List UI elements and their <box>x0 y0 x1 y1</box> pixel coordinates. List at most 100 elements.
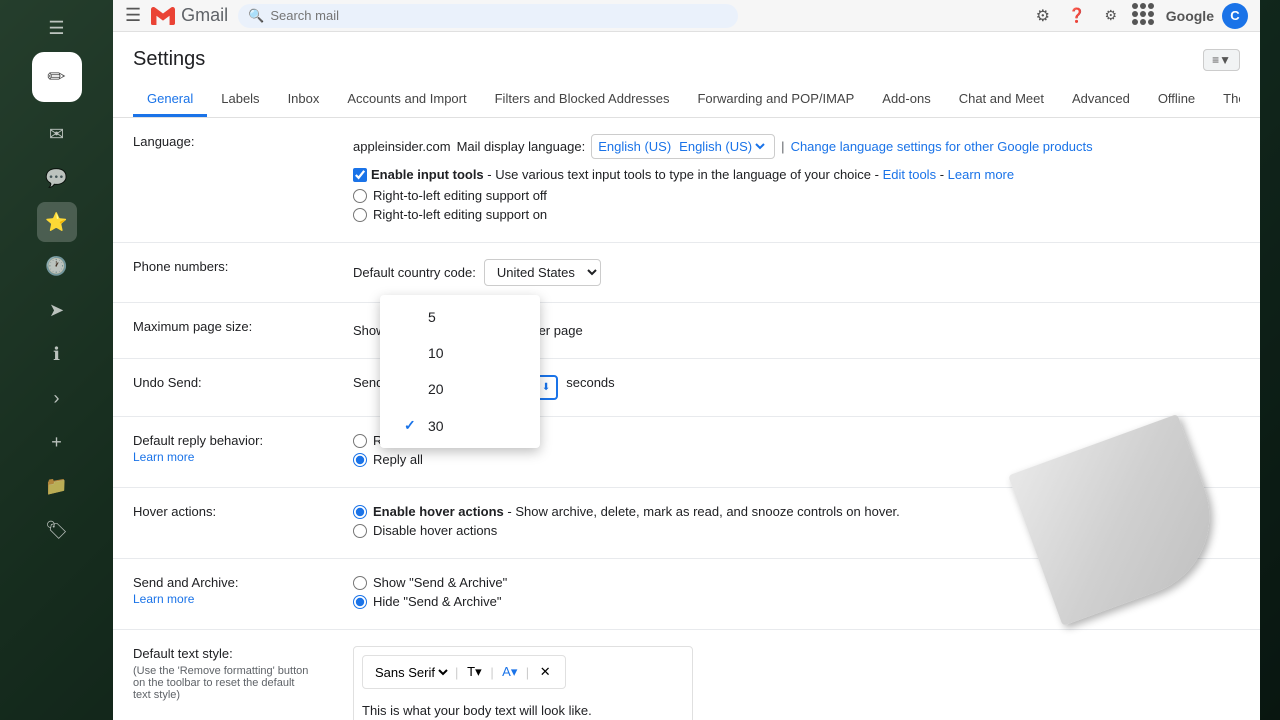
sidebar-send-icon[interactable]: ➤ <box>37 290 77 330</box>
sidebar-mail-icon[interactable]: ✉ <box>37 114 77 154</box>
hover-row: Hover actions: Enable hover actions - Sh… <box>113 488 1260 559</box>
google-apps-icon[interactable] <box>1132 3 1158 29</box>
reply-all-radio[interactable] <box>353 453 367 467</box>
tab-general[interactable]: General <box>133 83 207 117</box>
filter-icon[interactable]: ⚙ <box>1030 3 1056 29</box>
send-archive-label: Send and Archive: Learn more <box>113 559 333 630</box>
sidebar-chevron-icon[interactable]: › <box>37 378 77 418</box>
send-archive-row: Send and Archive: Learn more Show "Send … <box>113 559 1260 630</box>
dropdown-item-20[interactable]: 20 <box>380 371 540 407</box>
edit-tools-link[interactable]: Edit tools <box>883 167 936 182</box>
tab-themes[interactable]: Themes <box>1209 83 1240 117</box>
tab-filters[interactable]: Filters and Blocked Addresses <box>481 83 684 117</box>
avatar[interactable]: C <box>1222 3 1248 29</box>
language-value: English (US) <box>598 139 671 154</box>
reply-radio[interactable] <box>353 434 367 448</box>
tab-labels[interactable]: Labels <box>207 83 273 117</box>
right-strip <box>1260 0 1280 720</box>
default-country-label: Default country code: <box>353 265 476 280</box>
sidebar-chat-icon[interactable]: 💬 <box>37 158 77 198</box>
option-20-label: 20 <box>428 381 444 397</box>
font-size-btn[interactable]: T▾ <box>462 660 486 684</box>
gmail-text: Gmail <box>181 5 228 26</box>
language-row: Language: appleinsider.com Mail display … <box>113 118 1260 243</box>
format-wrapper: Sans Serif | T▾ | A▾ | ✕ This is what yo… <box>353 646 693 720</box>
enable-hover-radio[interactable] <box>353 505 367 519</box>
remove-format-btn[interactable]: ✕ <box>533 660 557 684</box>
dropdown-item-10[interactable]: 10 <box>380 335 540 371</box>
search-input[interactable] <box>270 8 728 23</box>
settings-title: Settings ≡▼ <box>133 48 1240 71</box>
hide-send-archive-radio[interactable] <box>353 595 367 609</box>
font-select[interactable]: Sans Serif <box>371 664 451 681</box>
gmail-logo: Gmail <box>151 4 228 28</box>
country-select[interactable]: United States <box>484 259 601 286</box>
gmail-logo-icon <box>151 4 175 28</box>
tab-forwarding[interactable]: Forwarding and POP/IMAP <box>683 83 868 117</box>
language-select[interactable]: English (US) English (US) <box>591 134 775 159</box>
disable-hover-radio[interactable] <box>353 524 367 538</box>
send-archive-content: Show "Send & Archive" Hide "Send & Archi… <box>333 559 1260 630</box>
option-5-label: 5 <box>428 309 436 325</box>
rtl-on-radio[interactable] <box>353 208 367 222</box>
tab-inbox[interactable]: Inbox <box>274 83 334 117</box>
text-style-sublabel: (Use the 'Remove formatting' button on t… <box>133 665 313 701</box>
reply-learn-more[interactable]: Learn more <box>133 450 313 464</box>
hide-send-archive-label: Hide "Send & Archive" <box>373 594 501 609</box>
dropdown-item-5[interactable]: 5 <box>380 299 540 335</box>
rtl-off-label: Right-to-left editing support off <box>373 188 547 203</box>
font-color-btn[interactable]: A▾ <box>498 660 522 684</box>
page-size-row: Maximum page size: Show 50 ⬆⬇ conversati… <box>113 303 1260 359</box>
text-style-content: Sans Serif | T▾ | A▾ | ✕ This is what yo… <box>333 630 1260 720</box>
language-label: Language: <box>113 118 333 243</box>
option-30-label: 30 <box>428 418 444 434</box>
tab-offline[interactable]: Offline <box>1144 83 1209 117</box>
sidebar-folder-icon[interactable]: 📁 <box>37 466 77 506</box>
page-size-label: Maximum page size: <box>113 303 333 359</box>
option-10-label: 10 <box>428 345 444 361</box>
settings-nav: General Labels Inbox Accounts and Import… <box>133 83 1240 117</box>
language-content: appleinsider.com Mail display language: … <box>333 118 1260 243</box>
sidebar-menu-icon[interactable]: ☰ <box>37 8 77 48</box>
show-send-archive-radio[interactable] <box>353 576 367 590</box>
send-archive-learn-more[interactable]: Learn more <box>133 592 313 606</box>
tab-advanced[interactable]: Advanced <box>1058 83 1144 117</box>
input-tools-bold: Enable input tools <box>371 167 484 182</box>
change-language-link[interactable]: Change language settings for other Googl… <box>791 139 1093 154</box>
reply-label: Default reply behavior: Learn more <box>113 417 333 488</box>
help-icon[interactable]: ❓ <box>1064 3 1090 29</box>
gmail-window: ☰ Gmail 🔍 ⚙ ❓ ⚙ Google C Settings <box>113 0 1260 720</box>
google-logo-text: Google <box>1166 8 1214 24</box>
search-bar[interactable]: 🔍 <box>238 4 738 28</box>
sidebar-label-icon[interactable]: 🏷 <box>37 510 77 550</box>
tab-accounts[interactable]: Accounts and Import <box>333 83 480 117</box>
hamburger-icon[interactable]: ☰ <box>125 5 141 26</box>
learn-more-link1[interactable]: Learn more <box>948 167 1014 182</box>
settings-header: Settings ≡▼ General Labels Inbox Account… <box>113 32 1260 118</box>
left-sidebar: ☰ ✏ ✉ 💬 ⭐ 🕐 ➤ ℹ › + 📁 🏷 <box>0 0 113 720</box>
settings-view-toggle[interactable]: ≡▼ <box>1203 49 1240 71</box>
sidebar-clock-icon[interactable]: 🕐 <box>37 246 77 286</box>
compose-button[interactable]: ✏ <box>32 52 82 102</box>
enable-hover-desc: - Show archive, delete, mark as read, an… <box>507 504 899 519</box>
dropdown-item-30[interactable]: ✓ 30 <box>380 407 540 444</box>
sidebar-star-icon[interactable]: ⭐ <box>37 202 77 242</box>
show-send-archive-label: Show "Send & Archive" <box>373 575 507 590</box>
settings-body: Language: appleinsider.com Mail display … <box>113 118 1260 720</box>
tab-chat[interactable]: Chat and Meet <box>945 83 1058 117</box>
rtl-off-radio[interactable] <box>353 189 367 203</box>
top-bar: ☰ Gmail 🔍 ⚙ ❓ ⚙ Google C <box>113 0 1260 32</box>
sidebar-info-icon[interactable]: ℹ <box>37 334 77 374</box>
sidebar-add-icon[interactable]: + <box>37 422 77 462</box>
settings-icon[interactable]: ⚙ <box>1098 3 1124 29</box>
language-dropdown[interactable]: English (US) <box>675 138 768 155</box>
text-preview: This is what your body text will look li… <box>362 697 684 720</box>
disable-hover-label: Disable hover actions <box>373 523 497 538</box>
send-period-dropdown: 5 10 20 ✓ 30 <box>380 295 540 448</box>
enable-input-tools-checkbox[interactable] <box>353 168 367 182</box>
tab-addons[interactable]: Add-ons <box>868 83 944 117</box>
hover-content: Enable hover actions - Show archive, del… <box>333 488 1260 559</box>
phone-content: Default country code: United States <box>333 243 1260 303</box>
input-tools-desc: - Use various text input tools to type i… <box>487 167 879 182</box>
check-30: ✓ <box>404 417 420 434</box>
